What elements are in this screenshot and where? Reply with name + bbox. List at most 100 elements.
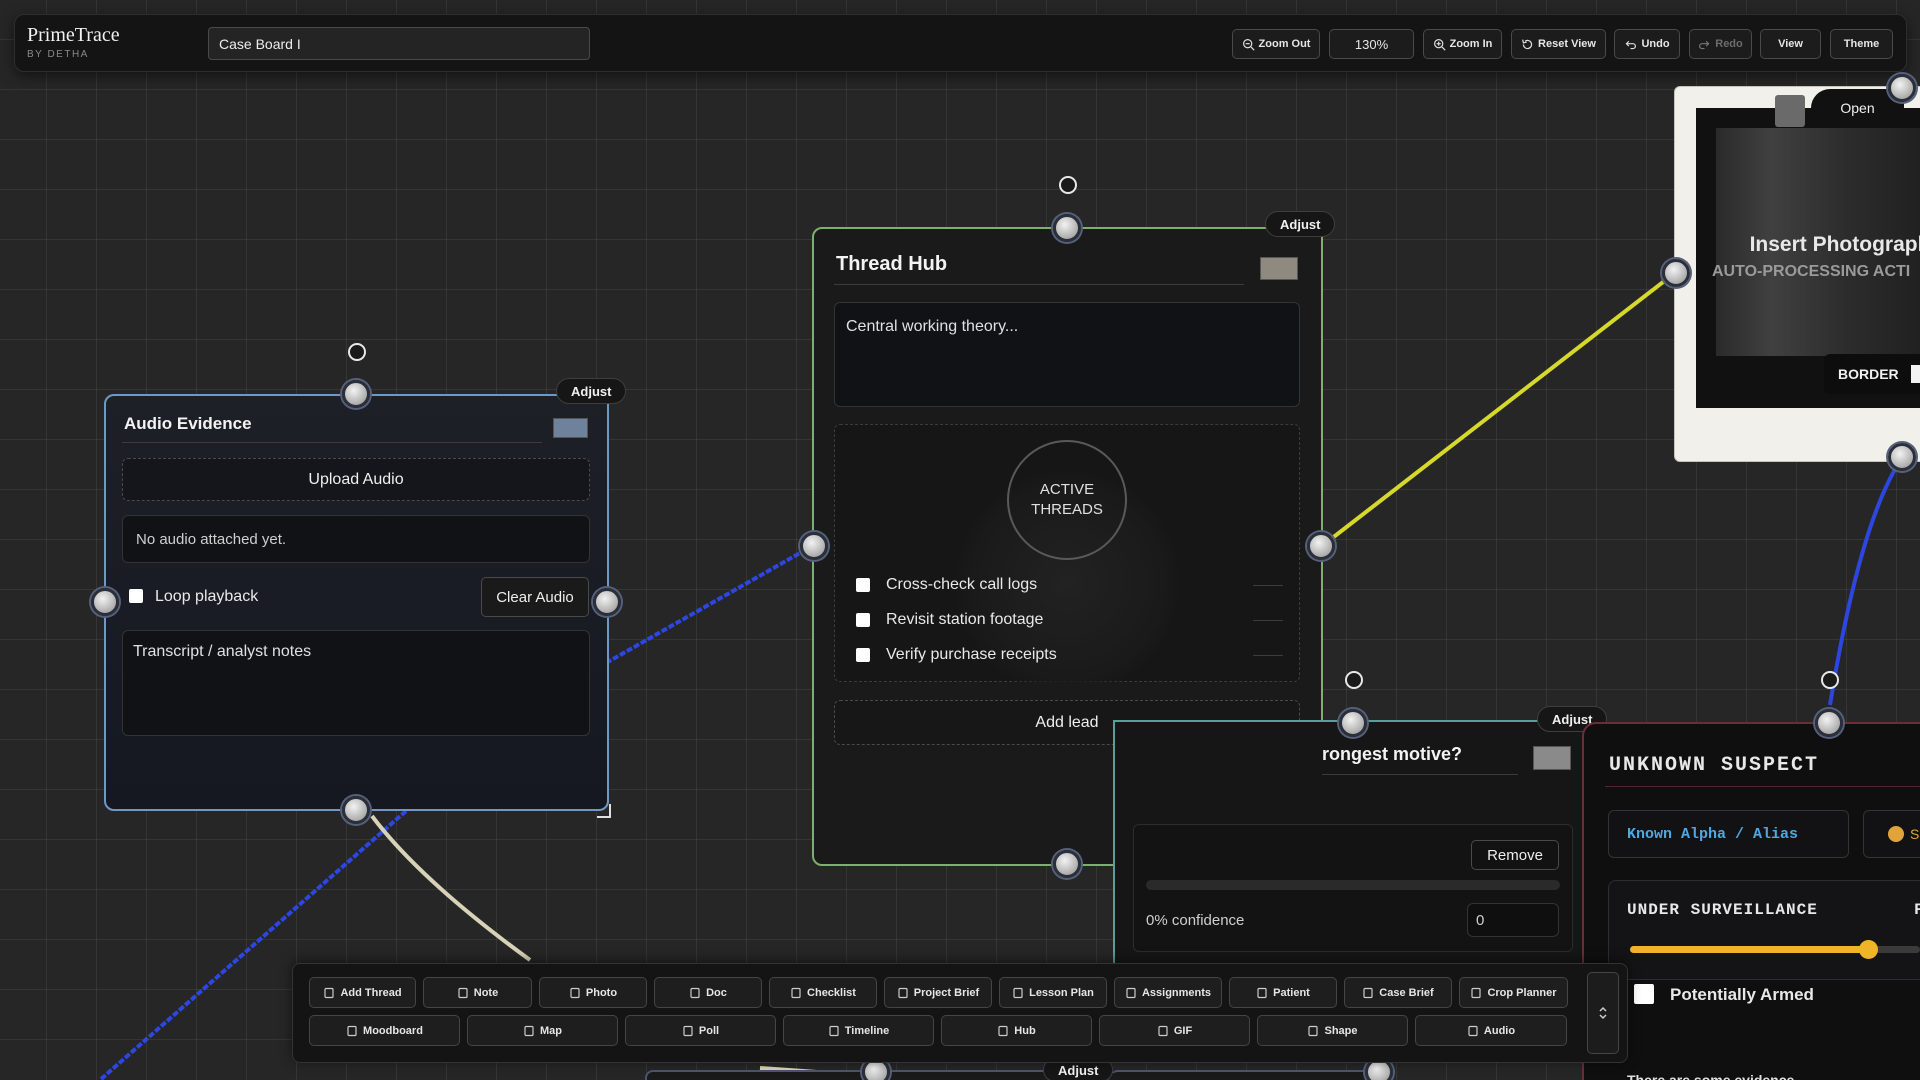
tool-label: Audio xyxy=(1483,1024,1516,1037)
photo-port-bottom[interactable] xyxy=(1888,443,1916,471)
border-color-swatch[interactable] xyxy=(1910,365,1920,383)
hub-port-top[interactable] xyxy=(1053,214,1081,242)
tool-lesson-plan-button[interactable]: Lesson Plan xyxy=(999,977,1107,1008)
board-title-input[interactable] xyxy=(208,27,590,60)
zoom-in-label: Zoom In xyxy=(1449,38,1493,50)
tool-doc-button[interactable]: Doc xyxy=(654,977,762,1008)
central-theory-textarea[interactable]: Central working theory... xyxy=(834,302,1300,407)
armed-checkbox[interactable] xyxy=(1634,984,1654,1004)
tool-label: Case Brief xyxy=(1379,986,1434,999)
zoom-out-button[interactable]: Zoom Out xyxy=(1232,29,1320,59)
tool-label: Shape xyxy=(1324,1024,1358,1037)
undo-button[interactable]: Undo xyxy=(1614,29,1680,59)
tool-project-brief-button[interactable]: Project Brief xyxy=(884,977,992,1008)
lead-checkbox-2[interactable] xyxy=(856,613,870,627)
reset-view-button[interactable]: Reset View xyxy=(1511,29,1606,59)
tool-poll-button[interactable]: Poll xyxy=(625,1015,776,1046)
bottom-card-right[interactable] xyxy=(1110,1070,1370,1080)
tool-map-button[interactable]: Map xyxy=(467,1015,618,1046)
tool-crop-planner-button[interactable]: Crop Planner xyxy=(1459,977,1568,1008)
tool-label: Add Thread xyxy=(340,986,402,999)
surveillance-slider-fill xyxy=(1630,946,1868,953)
tool-checklist-button[interactable]: Checklist xyxy=(769,977,877,1008)
zoom-out-icon xyxy=(1242,38,1255,51)
audio-adjust-button[interactable]: Adjust xyxy=(556,378,627,404)
tool-audio-button[interactable]: Audio xyxy=(1415,1015,1567,1046)
status-dot-icon xyxy=(1888,826,1904,842)
suspect-top-handle[interactable] xyxy=(1821,671,1839,689)
clear-audio-button[interactable]: Clear Audio xyxy=(481,577,589,617)
poll-icon xyxy=(682,1025,694,1037)
tool-shape-button[interactable]: Shape xyxy=(1257,1015,1408,1046)
border-label: BORDER xyxy=(1838,366,1899,382)
tool-assignments-button[interactable]: Assignments xyxy=(1114,977,1222,1008)
tool-add-thread-button[interactable]: Add Thread xyxy=(309,977,416,1008)
suspect-alias-field[interactable]: Known Alpha / Alias xyxy=(1608,810,1849,858)
suspect-title-divider xyxy=(1605,786,1920,787)
transcript-notes-textarea[interactable]: Transcript / analyst notes xyxy=(122,630,590,736)
surveillance-slider-thumb[interactable] xyxy=(1858,940,1878,959)
tool-patient-button[interactable]: Patient xyxy=(1229,977,1337,1008)
tool-gif-button[interactable]: GIF xyxy=(1099,1015,1250,1046)
tool-moodboard-button[interactable]: Moodboard xyxy=(309,1015,460,1046)
poll-color-swatch[interactable] xyxy=(1533,746,1571,770)
hub-adjust-button[interactable]: Adjust xyxy=(1265,211,1336,237)
redo-button[interactable]: Redo xyxy=(1689,29,1752,59)
theme-button[interactable]: Theme xyxy=(1830,29,1893,59)
view-button[interactable]: View xyxy=(1760,29,1821,59)
hub-card-title: Thread Hub xyxy=(836,253,948,275)
poll-top-handle[interactable] xyxy=(1345,671,1363,689)
audio-port-left[interactable] xyxy=(91,588,119,616)
loop-playback-checkbox[interactable] xyxy=(129,589,143,603)
audio-icon xyxy=(1467,1025,1479,1037)
photo-border-control[interactable]: BORDER xyxy=(1824,354,1920,394)
audio-status: No audio attached yet. xyxy=(122,515,590,563)
tool-timeline-button[interactable]: Timeline xyxy=(783,1015,934,1046)
top-bar: PrimeTrace BY DETHA Zoom Out 130% Zoom I… xyxy=(14,14,1907,72)
zoom-level[interactable]: 130% xyxy=(1329,29,1414,59)
app-name: PrimeTrace xyxy=(27,24,120,46)
tool-hub-button[interactable]: Hub xyxy=(941,1015,1092,1046)
doc-icon xyxy=(689,987,701,999)
surveillance-panel xyxy=(1608,880,1920,980)
tool-photo-button[interactable]: Photo xyxy=(539,977,647,1008)
poll-port-top[interactable] xyxy=(1339,709,1367,737)
upload-audio-button[interactable]: Upload Audio xyxy=(122,458,590,501)
loop-playback-label: Loop playback xyxy=(155,588,259,605)
audio-port-right[interactable] xyxy=(593,588,621,616)
case-brief-icon xyxy=(1362,987,1374,999)
hub-color-swatch[interactable] xyxy=(1260,257,1298,280)
hub-port-bottom[interactable] xyxy=(1053,850,1081,878)
tool-case-brief-button[interactable]: Case Brief xyxy=(1344,977,1452,1008)
lead-checkbox-1[interactable] xyxy=(856,578,870,592)
audio-port-bottom[interactable] xyxy=(342,796,370,824)
hub-port-left[interactable] xyxy=(800,532,828,560)
map-icon xyxy=(523,1025,535,1037)
tool-note-button[interactable]: Note xyxy=(423,977,532,1008)
poll-confidence-label: 0% confidence xyxy=(1146,912,1245,929)
lead-text-3: Verify purchase receipts xyxy=(886,646,1057,663)
suspect-port-top[interactable] xyxy=(1815,709,1843,737)
active-threads-badge: ACTIVE THREADS xyxy=(1007,440,1127,560)
poll-title-divider xyxy=(1322,774,1518,775)
hub-top-handle[interactable] xyxy=(1059,176,1077,194)
audio-top-handle[interactable] xyxy=(348,343,366,361)
zoom-out-label: Zoom Out xyxy=(1258,38,1311,50)
photo-port-top[interactable] xyxy=(1888,74,1916,102)
armed-label: Potentially Armed xyxy=(1670,985,1814,1004)
poll-remove-button[interactable]: Remove xyxy=(1471,840,1559,870)
audio-resize-handle[interactable] xyxy=(597,804,611,818)
suspect-status-chip[interactable]: S xyxy=(1863,810,1920,858)
photo-port-left[interactable] xyxy=(1662,259,1690,287)
audio-color-swatch[interactable] xyxy=(553,418,588,438)
tool-label: Lesson Plan xyxy=(1029,986,1094,999)
lead-rule-2 xyxy=(1253,620,1283,621)
hub-port-right[interactable] xyxy=(1307,532,1335,560)
lead-checkbox-3[interactable] xyxy=(856,648,870,662)
zoom-in-button[interactable]: Zoom In xyxy=(1423,29,1502,59)
poll-vote-input[interactable]: 0 xyxy=(1467,903,1559,937)
brand: PrimeTrace BY DETHA xyxy=(27,24,120,60)
toolbar-collapse-toggle[interactable] xyxy=(1587,972,1619,1054)
audio-port-top[interactable] xyxy=(342,380,370,408)
lead-rule-3 xyxy=(1253,655,1283,656)
